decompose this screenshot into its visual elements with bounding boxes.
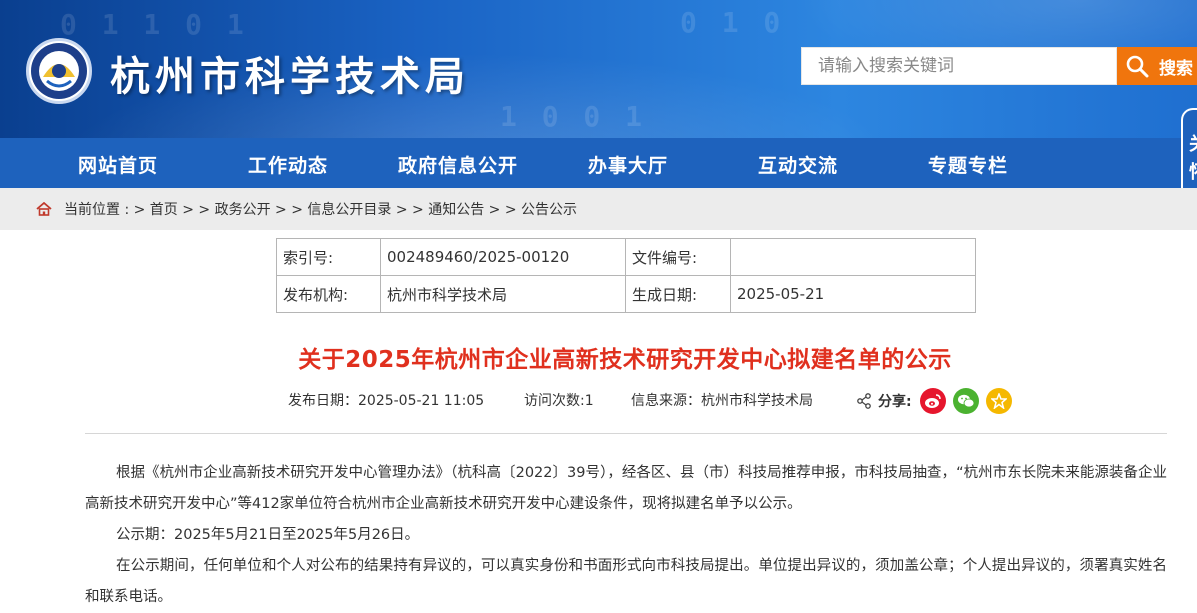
share-label: 分享:: [878, 394, 912, 410]
nav-item-special-topics[interactable]: 专题专栏: [928, 151, 1008, 178]
share-bar: 分享:: [856, 388, 1019, 414]
visit-count: 访问次数:1: [524, 393, 594, 409]
weibo-icon[interactable]: [919, 388, 946, 414]
breadcrumb: 当前位置 : > 首页 > > 政务公开 > > 信息公开目录 > > 通知公告…: [0, 188, 1197, 230]
date-value: 2025-05-21: [730, 275, 976, 313]
home-icon[interactable]: [36, 202, 52, 216]
article-title: 关于2025年杭州市企业高新技术研究开发中心拟建名单的公示: [298, 347, 952, 373]
nav-item-interaction[interactable]: 互动交流: [758, 151, 838, 178]
search-bar: 搜索: [801, 47, 1197, 85]
site-header: 0 1 1 0 1 1 0 0 1 0 1 0 杭州市科学技术局 搜索: [0, 0, 1197, 138]
nav-item-home[interactable]: 网站首页: [78, 151, 158, 178]
decorative-binary: 0 1 0: [680, 6, 785, 39]
main-nav: 网站首页 工作动态 政府信息公开 办事大厅 互动交流 专题专栏: [0, 138, 1197, 188]
index-value: 002489460/2025-00120: [380, 238, 626, 276]
publish-date: 发布日期：2025-05-21 11:05: [288, 393, 485, 409]
search-icon: [1126, 55, 1149, 78]
search-button-label: 搜索: [1159, 58, 1193, 78]
qzone-icon[interactable]: [985, 388, 1012, 414]
search-button[interactable]: 搜索: [1117, 47, 1197, 85]
site-title[interactable]: 杭州市科学技术局: [110, 44, 470, 102]
article-paragraph: 在公示期间，任何单位和个人对公布的结果持有异议的，可以真实身份和书面形式向市科技…: [85, 558, 1167, 605]
search-input[interactable]: [801, 47, 1117, 85]
table-row: 发布机构: 杭州市科学技术局 生成日期: 2025-05-21: [276, 275, 976, 313]
care-mode-char: 关: [1189, 130, 1197, 156]
index-label: 索引号:: [276, 238, 381, 276]
wechat-icon[interactable]: [952, 388, 979, 414]
article-paragraph: 根据《杭州市企业高新技术研究开发中心管理办法》（杭科高〔2022〕39号），经各…: [85, 465, 1167, 512]
nav-item-gov-info[interactable]: 政府信息公开: [398, 151, 518, 178]
decorative-binary: 1 0 0 1: [500, 100, 647, 133]
org-value: 杭州市科学技术局: [380, 275, 626, 313]
nav-item-work-news[interactable]: 工作动态: [248, 151, 328, 178]
breadcrumb-text[interactable]: 当前位置 : > 首页 > > 政务公开 > > 信息公开目录 > > 通知公告…: [64, 199, 577, 219]
date-label: 生成日期:: [625, 275, 731, 313]
org-label: 发布机构:: [276, 275, 381, 313]
article-paragraph: 公示期：2025年5月21日至2025年5月26日。: [116, 527, 420, 543]
logo-emblem-icon: [31, 43, 87, 99]
care-mode-char: 怀: [1189, 158, 1197, 184]
site-logo[interactable]: [26, 38, 92, 104]
doc-no-value: [730, 238, 976, 276]
nav-item-service-hall[interactable]: 办事大厅: [588, 151, 668, 178]
article-body: 根据《杭州市企业高新技术研究开发中心管理办法》（杭科高〔2022〕39号），经各…: [85, 458, 1167, 613]
document-meta-table: 索引号: 002489460/2025-00120 文件编号: 发布机构: 杭州…: [276, 238, 976, 313]
share-icon: [857, 393, 871, 409]
info-source: 信息来源：杭州市科学技术局: [631, 393, 813, 409]
table-row: 索引号: 002489460/2025-00120 文件编号:: [276, 238, 976, 276]
doc-no-label: 文件编号:: [625, 238, 731, 276]
decorative-binary: 0 1 1 0 1: [60, 8, 248, 41]
content-divider: [85, 433, 1167, 434]
